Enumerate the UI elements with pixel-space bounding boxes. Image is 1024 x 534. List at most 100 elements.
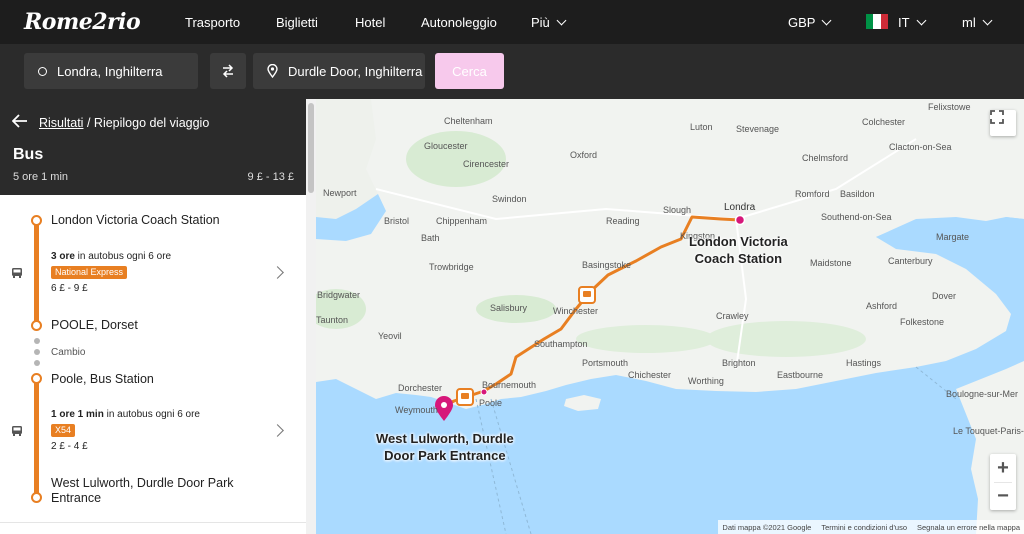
destination-label-line1: West Lulworth, Durdle (376, 431, 514, 446)
segment-duration: 1 ore 1 min (51, 409, 104, 420)
place-label: Chelmsford (802, 153, 849, 163)
trip-summary-panel: Risultati / Riepilogo del viaggio Bus 5 … (0, 99, 306, 534)
place-label: Canterbury (888, 256, 933, 266)
report-error-link[interactable]: Segnala un errore nella mappa (917, 523, 1020, 532)
place-label: Chichester (628, 370, 672, 380)
destination-stop[interactable]: West Lulworth, Durdle Door Park Entrance (51, 476, 233, 506)
segment-duration: 3 ore (51, 251, 75, 262)
stop-name-line2: Entrance (51, 491, 102, 505)
trip-duration: 5 ore 1 min (13, 171, 69, 183)
terms-link[interactable]: Termini e condizioni d'uso (821, 523, 907, 532)
segment-price: 6 £ - 9 £ (51, 283, 88, 294)
italy-flag-icon (866, 14, 888, 29)
place-label: Poole (479, 398, 503, 408)
stop-name[interactable]: London Victoria Coach Station (51, 213, 220, 227)
stop-marker (31, 492, 42, 503)
place-label: Weymouth (395, 405, 438, 415)
bus-stop-marker[interactable] (456, 388, 474, 406)
mode-title: Bus (13, 146, 44, 163)
origin-map-label: London Victoria Coach Station (689, 233, 788, 267)
place-label: Cheltenham (444, 116, 493, 126)
destination-value: Durdle Door, Inghilterra (288, 63, 423, 79)
logo[interactable]: Rome2rio (24, 9, 141, 35)
place-label: Colchester (862, 117, 906, 127)
place-label: Yeovil (378, 331, 402, 341)
place-label: Dorchester (398, 383, 443, 393)
chevron-right-icon[interactable] (271, 266, 284, 279)
place-label: Swindon (492, 194, 527, 204)
place-label: Winchester (553, 306, 599, 316)
scrollbar-thumb[interactable] (308, 103, 314, 193)
nav-more[interactable]: Più (531, 15, 567, 30)
place-label: Gloucester (424, 141, 468, 151)
place-label: Reading (606, 216, 640, 226)
route-line (34, 223, 39, 323)
zoom-controls: + − (990, 454, 1016, 510)
swap-button[interactable] (210, 53, 246, 89)
back-arrow-icon[interactable] (12, 114, 28, 128)
swap-arrows-icon (222, 64, 234, 78)
bus-icon (12, 268, 22, 278)
bus-stop-marker[interactable] (578, 286, 596, 304)
zoom-in-button[interactable]: + (990, 454, 1016, 482)
nav-hotel[interactable]: Hotel (355, 15, 385, 30)
search-button[interactable]: Cerca (435, 53, 504, 89)
place-label: Felixstowe (928, 102, 971, 112)
origin-value: Londra, Inghilterra (57, 63, 163, 79)
place-label: Oxford (570, 150, 598, 160)
trip-price-range: 9 £ - 13 £ (247, 171, 294, 183)
place-label: Brighton (722, 358, 756, 368)
place-label: Basildon (840, 189, 875, 199)
nav-car-rental[interactable]: Autonoleggio (421, 15, 497, 30)
origin-marker[interactable] (734, 214, 746, 226)
language-select[interactable]: IT (898, 15, 927, 30)
stop-name[interactable]: Poole, Bus Station (51, 372, 154, 386)
place-label: Newport (323, 188, 357, 198)
zoom-out-button[interactable]: − (990, 483, 1016, 510)
place-label: Margate (936, 232, 970, 242)
transfer-dot (34, 338, 40, 344)
map[interactable]: Felixstowe Cheltenham Luton Stevenage Co… (316, 99, 1024, 534)
currency-select[interactable]: GBP (788, 15, 832, 30)
place-label: Southampton (534, 339, 588, 349)
origin-field[interactable]: Londra, Inghilterra (24, 53, 198, 89)
place-label: Slough (663, 205, 692, 215)
place-label: Boulogne-sur-Mer (946, 389, 1019, 399)
destination-field[interactable]: Durdle Door, Inghilterra (253, 53, 425, 89)
map-attribution: Dati mappa ©2021 Google Termini e condiz… (718, 520, 1024, 534)
segment-frequency: in autobus ogni 6 ore (74, 251, 172, 262)
nav-tickets[interactable]: Biglietti (276, 15, 318, 30)
place-label: Bristol (384, 216, 410, 226)
panel-scrollbar[interactable] (306, 99, 316, 534)
nav-transport[interactable]: Trasporto (185, 15, 240, 30)
breadcrumb-separator: / (86, 116, 91, 130)
place-label: Southend-on-Sea (821, 212, 892, 222)
place-label: Eastbourne (777, 370, 824, 380)
breadcrumb: Risultati / Riepilogo del viaggio (39, 116, 209, 130)
segment-frequency: in autobus ogni 6 ore (103, 409, 200, 420)
chevron-down-icon (982, 15, 993, 26)
fullscreen-icon (990, 110, 1004, 124)
place-label: Romford (795, 189, 830, 199)
location-pin-icon (267, 64, 278, 78)
fullscreen-button[interactable] (990, 110, 1016, 136)
place-label: Taunton (316, 315, 349, 325)
place-label: Clacton-on-Sea (889, 142, 952, 152)
chevron-right-icon[interactable] (271, 424, 284, 437)
chevron-down-icon (916, 15, 927, 26)
units-select[interactable]: ml (962, 15, 993, 30)
place-label: Bath (421, 233, 440, 243)
segment-price: 2 £ - 4 £ (51, 441, 88, 452)
stop-marker (31, 215, 42, 226)
stop-name[interactable]: POOLE, Dorset (51, 318, 138, 332)
place-label: Folkestone (900, 317, 945, 327)
place-label: Crawley (716, 311, 749, 321)
breadcrumb-results-link[interactable]: Risultati (39, 116, 83, 130)
currency-label: GBP (788, 15, 816, 30)
place-label: Hastings (846, 358, 882, 368)
chevron-down-icon (822, 15, 832, 26)
origin-label-line2: Coach Station (694, 251, 783, 266)
place-label: Bournemouth (482, 380, 537, 390)
stop-name-line1: West Lulworth, Durdle Door Park (51, 476, 234, 490)
place-label: Chippenham (436, 216, 488, 226)
